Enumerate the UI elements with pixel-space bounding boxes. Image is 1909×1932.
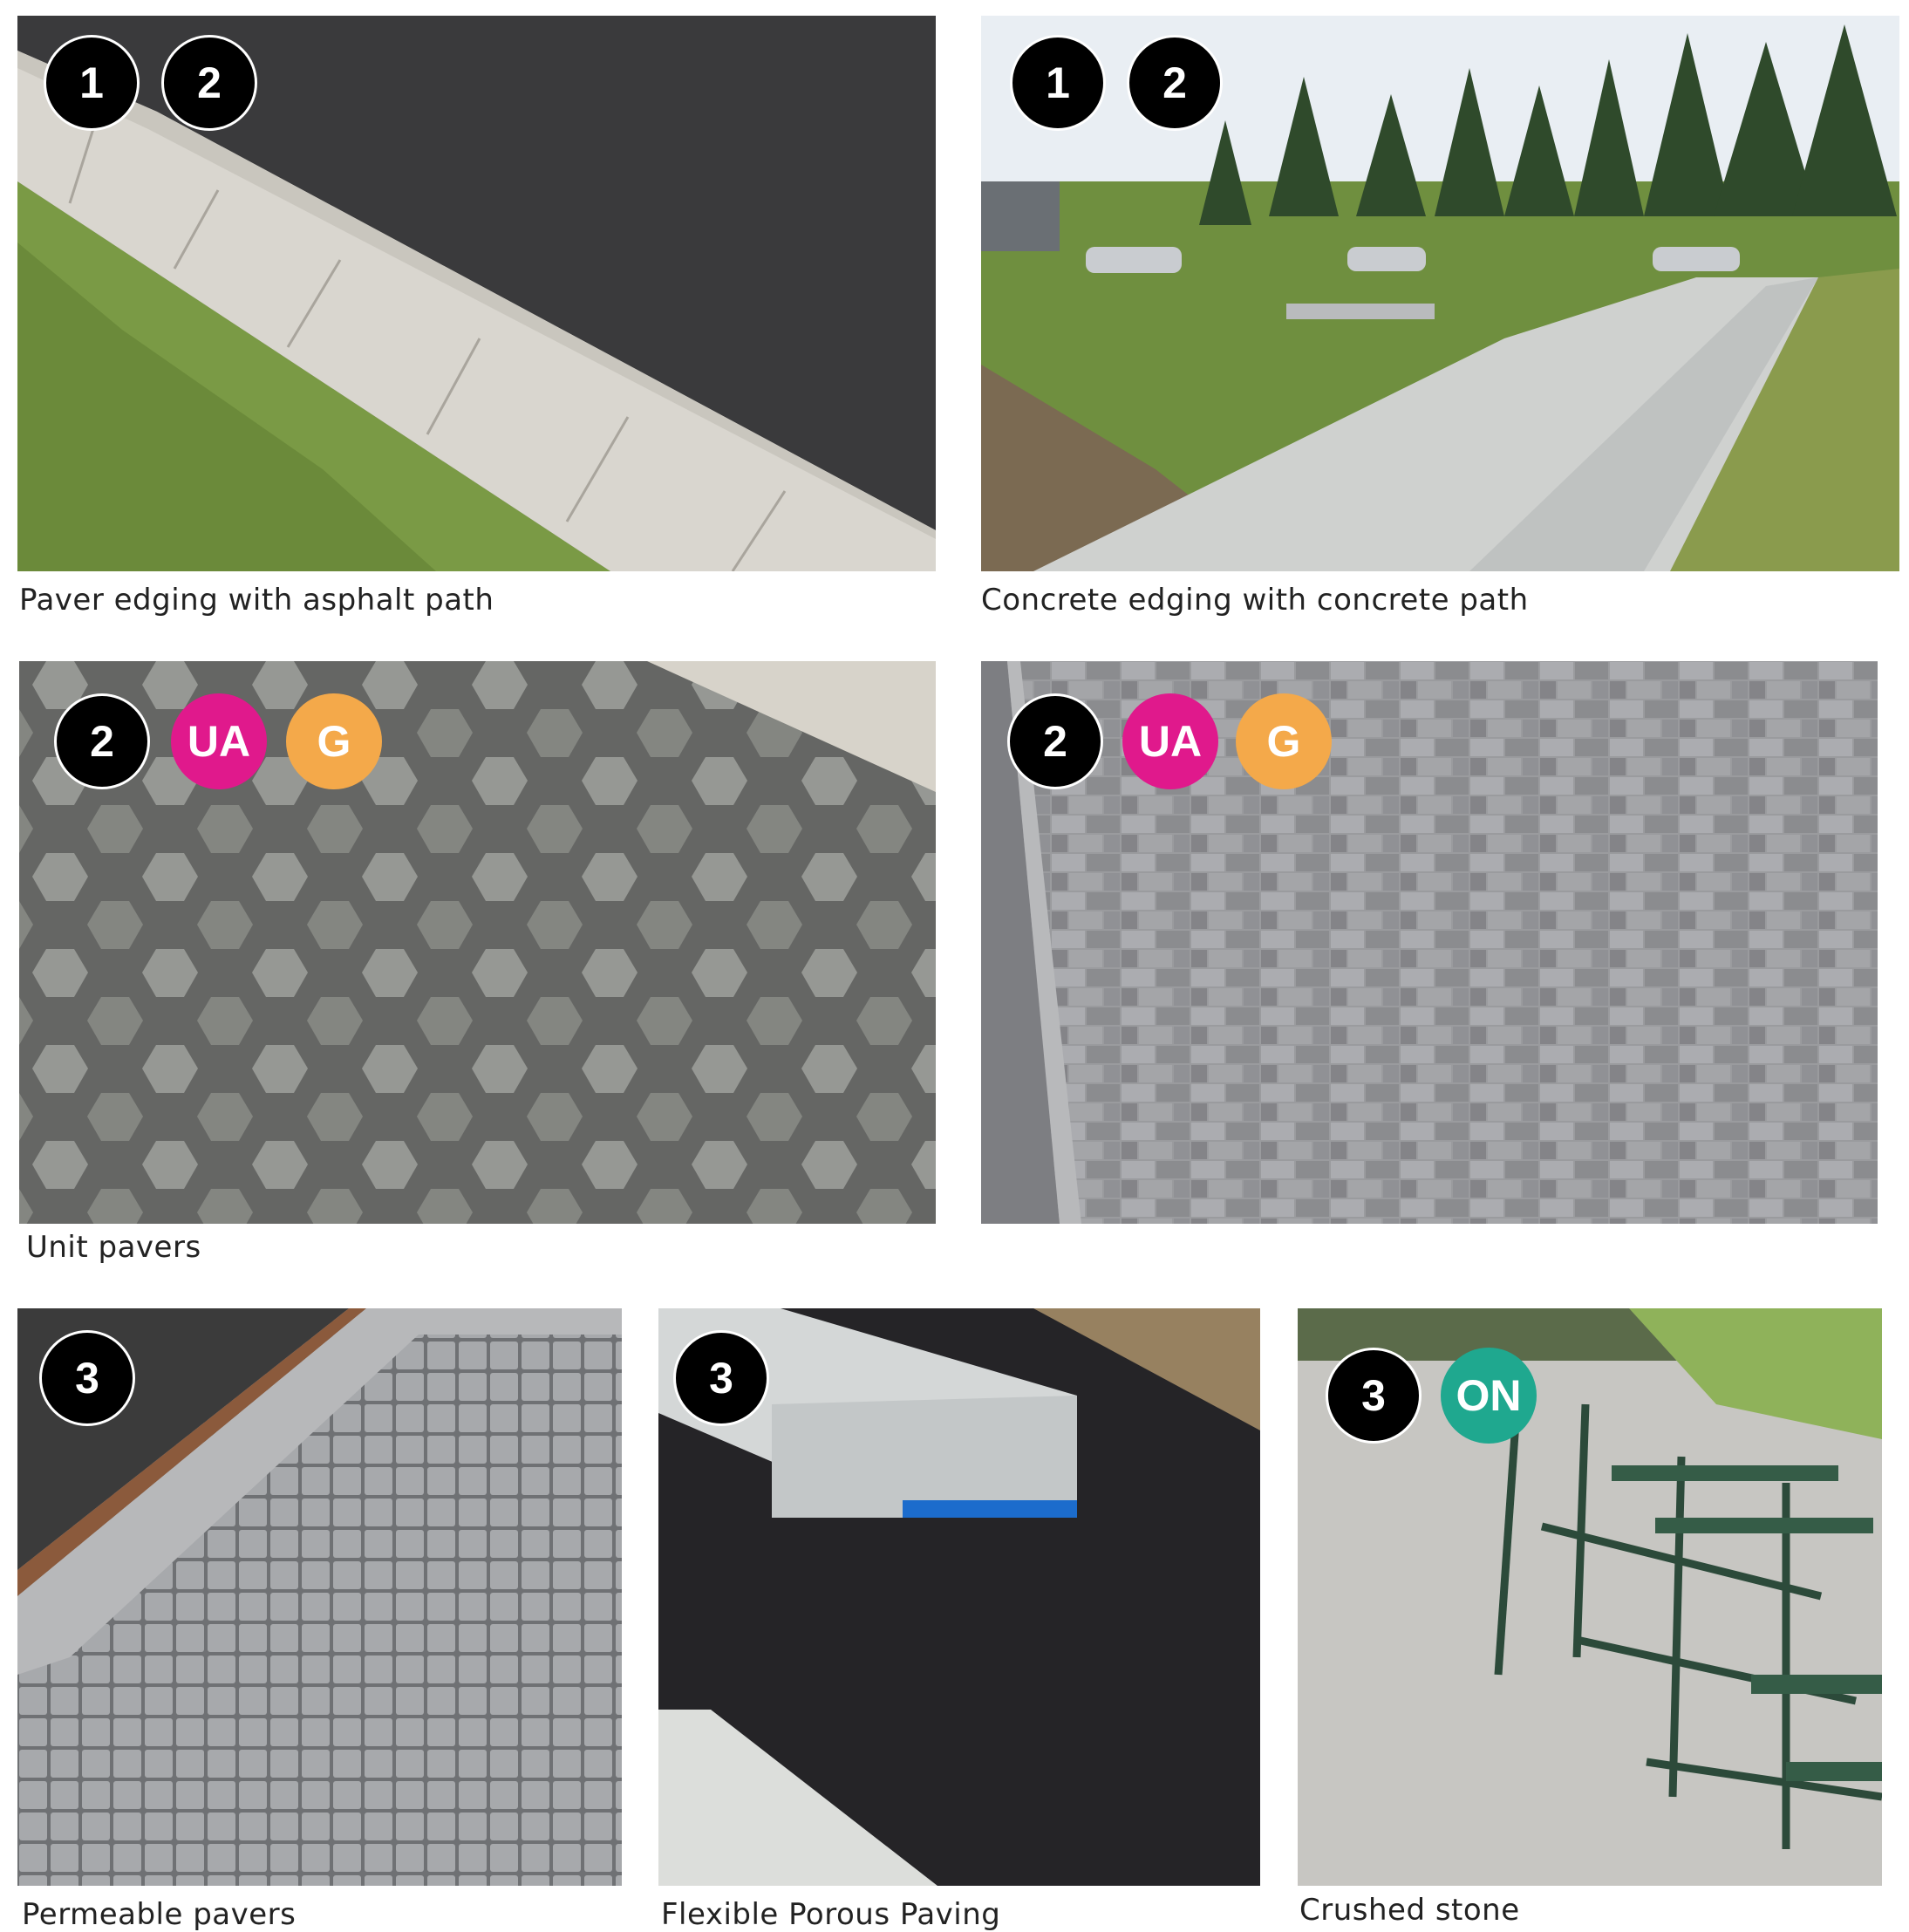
badge-on: ON bbox=[1441, 1348, 1537, 1444]
photo-concrete-edging-path bbox=[981, 16, 1899, 571]
photo-hex-unit-pavers bbox=[19, 661, 936, 1224]
caption-permeable-pavers: Permeable pavers bbox=[22, 1897, 297, 1932]
badge-ua: UA bbox=[171, 693, 267, 789]
badge-g: G bbox=[286, 693, 382, 789]
caption-crushed-stone: Crushed stone bbox=[1299, 1893, 1520, 1928]
badge-number-2: 2 bbox=[161, 35, 257, 131]
badge-number-3: 3 bbox=[673, 1330, 769, 1426]
photo-rect-unit-pavers bbox=[981, 661, 1878, 1224]
badge-number-2: 2 bbox=[1127, 35, 1223, 131]
badge-ua: UA bbox=[1122, 693, 1218, 789]
badge-number-3: 3 bbox=[39, 1330, 135, 1426]
caption-flexible-porous-paving: Flexible Porous Paving bbox=[661, 1897, 1001, 1932]
badge-g: G bbox=[1236, 693, 1332, 789]
caption-concrete-edging: Concrete edging with concrete path bbox=[981, 583, 1529, 618]
badge-number-2: 2 bbox=[1007, 693, 1103, 789]
caption-unit-pavers: Unit pavers bbox=[26, 1230, 201, 1265]
photo-paver-edging-asphalt bbox=[17, 16, 936, 571]
badge-number-3: 3 bbox=[1326, 1348, 1422, 1444]
badge-number-1: 1 bbox=[1010, 35, 1106, 131]
badge-number-2: 2 bbox=[54, 693, 150, 789]
caption-paver-edging: Paver edging with asphalt path bbox=[19, 583, 494, 618]
badge-number-1: 1 bbox=[44, 35, 140, 131]
